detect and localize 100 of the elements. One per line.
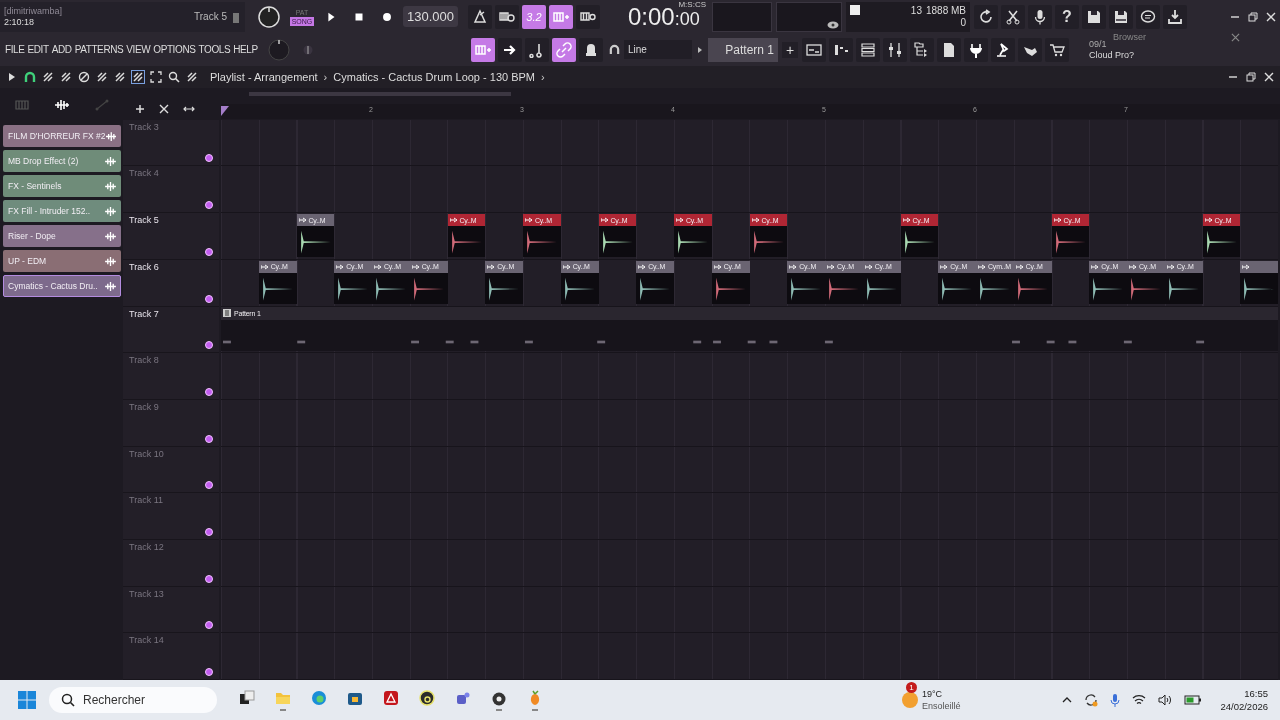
track-mute-led[interactable] bbox=[205, 668, 213, 676]
clip-menu-icon[interactable] bbox=[1204, 217, 1213, 224]
toolbar-button[interactable] bbox=[883, 37, 907, 62]
toolbar-button[interactable] bbox=[937, 37, 961, 62]
menu-item[interactable]: PATTERNS bbox=[74, 44, 124, 55]
clip-source-item[interactable]: Cymatics - Cactus Dru.. bbox=[3, 275, 121, 297]
maximize-icon[interactable] bbox=[1246, 72, 1256, 82]
start-button[interactable] bbox=[17, 690, 37, 710]
clip-menu-icon[interactable] bbox=[1166, 263, 1175, 270]
clip-menu-icon[interactable] bbox=[1053, 217, 1062, 224]
tempo-field[interactable]: 130.000 bbox=[403, 6, 458, 27]
track-mute-led[interactable] bbox=[205, 341, 213, 350]
menu-item[interactable]: FILE bbox=[5, 44, 25, 55]
search-field[interactable]: Rechercher bbox=[49, 687, 217, 713]
toolbar-button[interactable]: ? bbox=[1055, 4, 1079, 29]
toolbar-button[interactable] bbox=[1001, 4, 1025, 29]
wifi-icon[interactable] bbox=[1132, 694, 1147, 706]
track-mute-led[interactable] bbox=[205, 574, 213, 583]
speaker-icon[interactable] bbox=[1158, 694, 1173, 706]
clip-menu-icon[interactable] bbox=[864, 263, 873, 270]
maximize-icon[interactable] bbox=[1248, 11, 1258, 22]
clip-source-item[interactable]: Riser - Dope bbox=[3, 225, 121, 247]
clip-menu-icon[interactable] bbox=[298, 217, 307, 224]
clip-menu-icon[interactable] bbox=[1091, 263, 1100, 270]
clip-source-item[interactable]: MB Drop Effect (2) bbox=[3, 150, 121, 172]
menu-item[interactable]: HELP bbox=[233, 44, 258, 55]
track-header[interactable]: Track 12 bbox=[123, 539, 219, 587]
toolbar-button[interactable] bbox=[471, 37, 495, 62]
audio-clip[interactable] bbox=[1240, 260, 1278, 304]
track-header[interactable]: Track 11 bbox=[123, 493, 219, 540]
volume-knob[interactable] bbox=[257, 4, 281, 29]
toolbar-button[interactable] bbox=[910, 37, 934, 62]
toolbar-button[interactable] bbox=[1028, 4, 1052, 29]
resize-icon[interactable] bbox=[183, 105, 195, 113]
toolbar-button[interactable] bbox=[1082, 4, 1106, 29]
menu-item[interactable]: EDIT bbox=[27, 44, 49, 55]
track-lane[interactable] bbox=[221, 446, 1278, 494]
clip-menu-icon[interactable] bbox=[751, 217, 760, 224]
clip-menu-icon[interactable] bbox=[827, 263, 835, 270]
zoom-tool-icon[interactable] bbox=[168, 71, 180, 83]
menu-item[interactable]: VIEW bbox=[126, 44, 151, 55]
system-clock[interactable]: 16:55 24/02/2026 bbox=[1220, 687, 1268, 713]
track-mute-led[interactable] bbox=[205, 621, 213, 630]
horizontal-scrollbar[interactable] bbox=[249, 92, 511, 96]
add-icon[interactable] bbox=[135, 104, 145, 114]
track-header[interactable]: Track 7 bbox=[123, 306, 219, 354]
track-mute-led[interactable] bbox=[205, 434, 213, 443]
clip-menu-icon[interactable] bbox=[978, 263, 986, 270]
clip-menu-icon[interactable] bbox=[902, 217, 911, 224]
toolbar-button[interactable] bbox=[802, 37, 826, 62]
chevron-up-icon[interactable] bbox=[1062, 697, 1073, 703]
track-lane[interactable] bbox=[221, 399, 1278, 447]
track-lane[interactable] bbox=[221, 586, 1278, 634]
track-lane[interactable] bbox=[221, 119, 1278, 167]
track-header[interactable]: Track 3 bbox=[123, 119, 219, 167]
clip-menu-icon[interactable] bbox=[449, 217, 458, 224]
track-lane[interactable] bbox=[221, 539, 1278, 587]
toolbar-button[interactable] bbox=[1018, 37, 1042, 62]
toolbar-button[interactable] bbox=[549, 4, 573, 29]
toolbar-button[interactable] bbox=[498, 37, 522, 62]
toolbar-button[interactable] bbox=[525, 37, 549, 62]
cancel-tool-icon[interactable] bbox=[78, 71, 90, 83]
track-mute-led[interactable] bbox=[205, 247, 213, 256]
toolbar-button[interactable] bbox=[576, 4, 600, 29]
clip-source-item[interactable]: FX Fill - Intruder 152.. bbox=[3, 200, 121, 222]
clip-menu-icon[interactable] bbox=[713, 263, 722, 270]
track-mute-led[interactable] bbox=[205, 481, 213, 490]
clip-source-item[interactable]: UP - EDM bbox=[3, 250, 121, 272]
clip-source-item[interactable]: FX - Sentinels bbox=[3, 175, 121, 197]
track-mute-led[interactable] bbox=[205, 294, 213, 303]
clip-menu-icon[interactable] bbox=[411, 263, 420, 270]
menu-item[interactable]: OPTIONS bbox=[153, 44, 196, 55]
clip-menu-icon[interactable] bbox=[789, 263, 798, 270]
track-lane[interactable] bbox=[221, 633, 1278, 680]
track-header[interactable]: Track 6 bbox=[123, 259, 219, 307]
clip-menu-icon[interactable] bbox=[1242, 263, 1251, 270]
toolbar-button[interactable] bbox=[1163, 4, 1187, 29]
playhead-marker[interactable] bbox=[221, 106, 229, 116]
track-header[interactable]: Track 8 bbox=[123, 353, 219, 400]
track-header[interactable]: Track 14 bbox=[123, 633, 219, 680]
track-lane[interactable] bbox=[221, 166, 1278, 214]
clip-menu-icon[interactable] bbox=[487, 263, 496, 270]
microphone-icon[interactable] bbox=[1110, 693, 1121, 707]
toolbar-button[interactable] bbox=[856, 37, 880, 62]
toolbar-button[interactable] bbox=[468, 4, 492, 29]
clip-menu-icon[interactable] bbox=[525, 217, 533, 224]
track-header[interactable]: Track 4 bbox=[123, 166, 219, 214]
toolbar-button[interactable] bbox=[991, 37, 1015, 62]
toolbar-button[interactable] bbox=[552, 37, 576, 62]
track-header[interactable]: Track 13 bbox=[123, 586, 219, 634]
fit-tool-icon[interactable] bbox=[150, 71, 162, 83]
track-header[interactable]: Track 10 bbox=[123, 446, 219, 494]
clip-menu-icon[interactable] bbox=[1129, 263, 1137, 270]
track-mute-led[interactable] bbox=[205, 387, 213, 396]
magnet-tool-icon[interactable] bbox=[24, 71, 36, 83]
battery-icon[interactable] bbox=[1184, 695, 1203, 705]
waveform-icon[interactable] bbox=[54, 99, 70, 111]
current-pattern[interactable]: Cymatics - Cactus Drum Loop - 130 BPM bbox=[333, 71, 535, 83]
clip-menu-icon[interactable] bbox=[1015, 263, 1024, 270]
menu-item[interactable]: ADD bbox=[51, 44, 72, 55]
